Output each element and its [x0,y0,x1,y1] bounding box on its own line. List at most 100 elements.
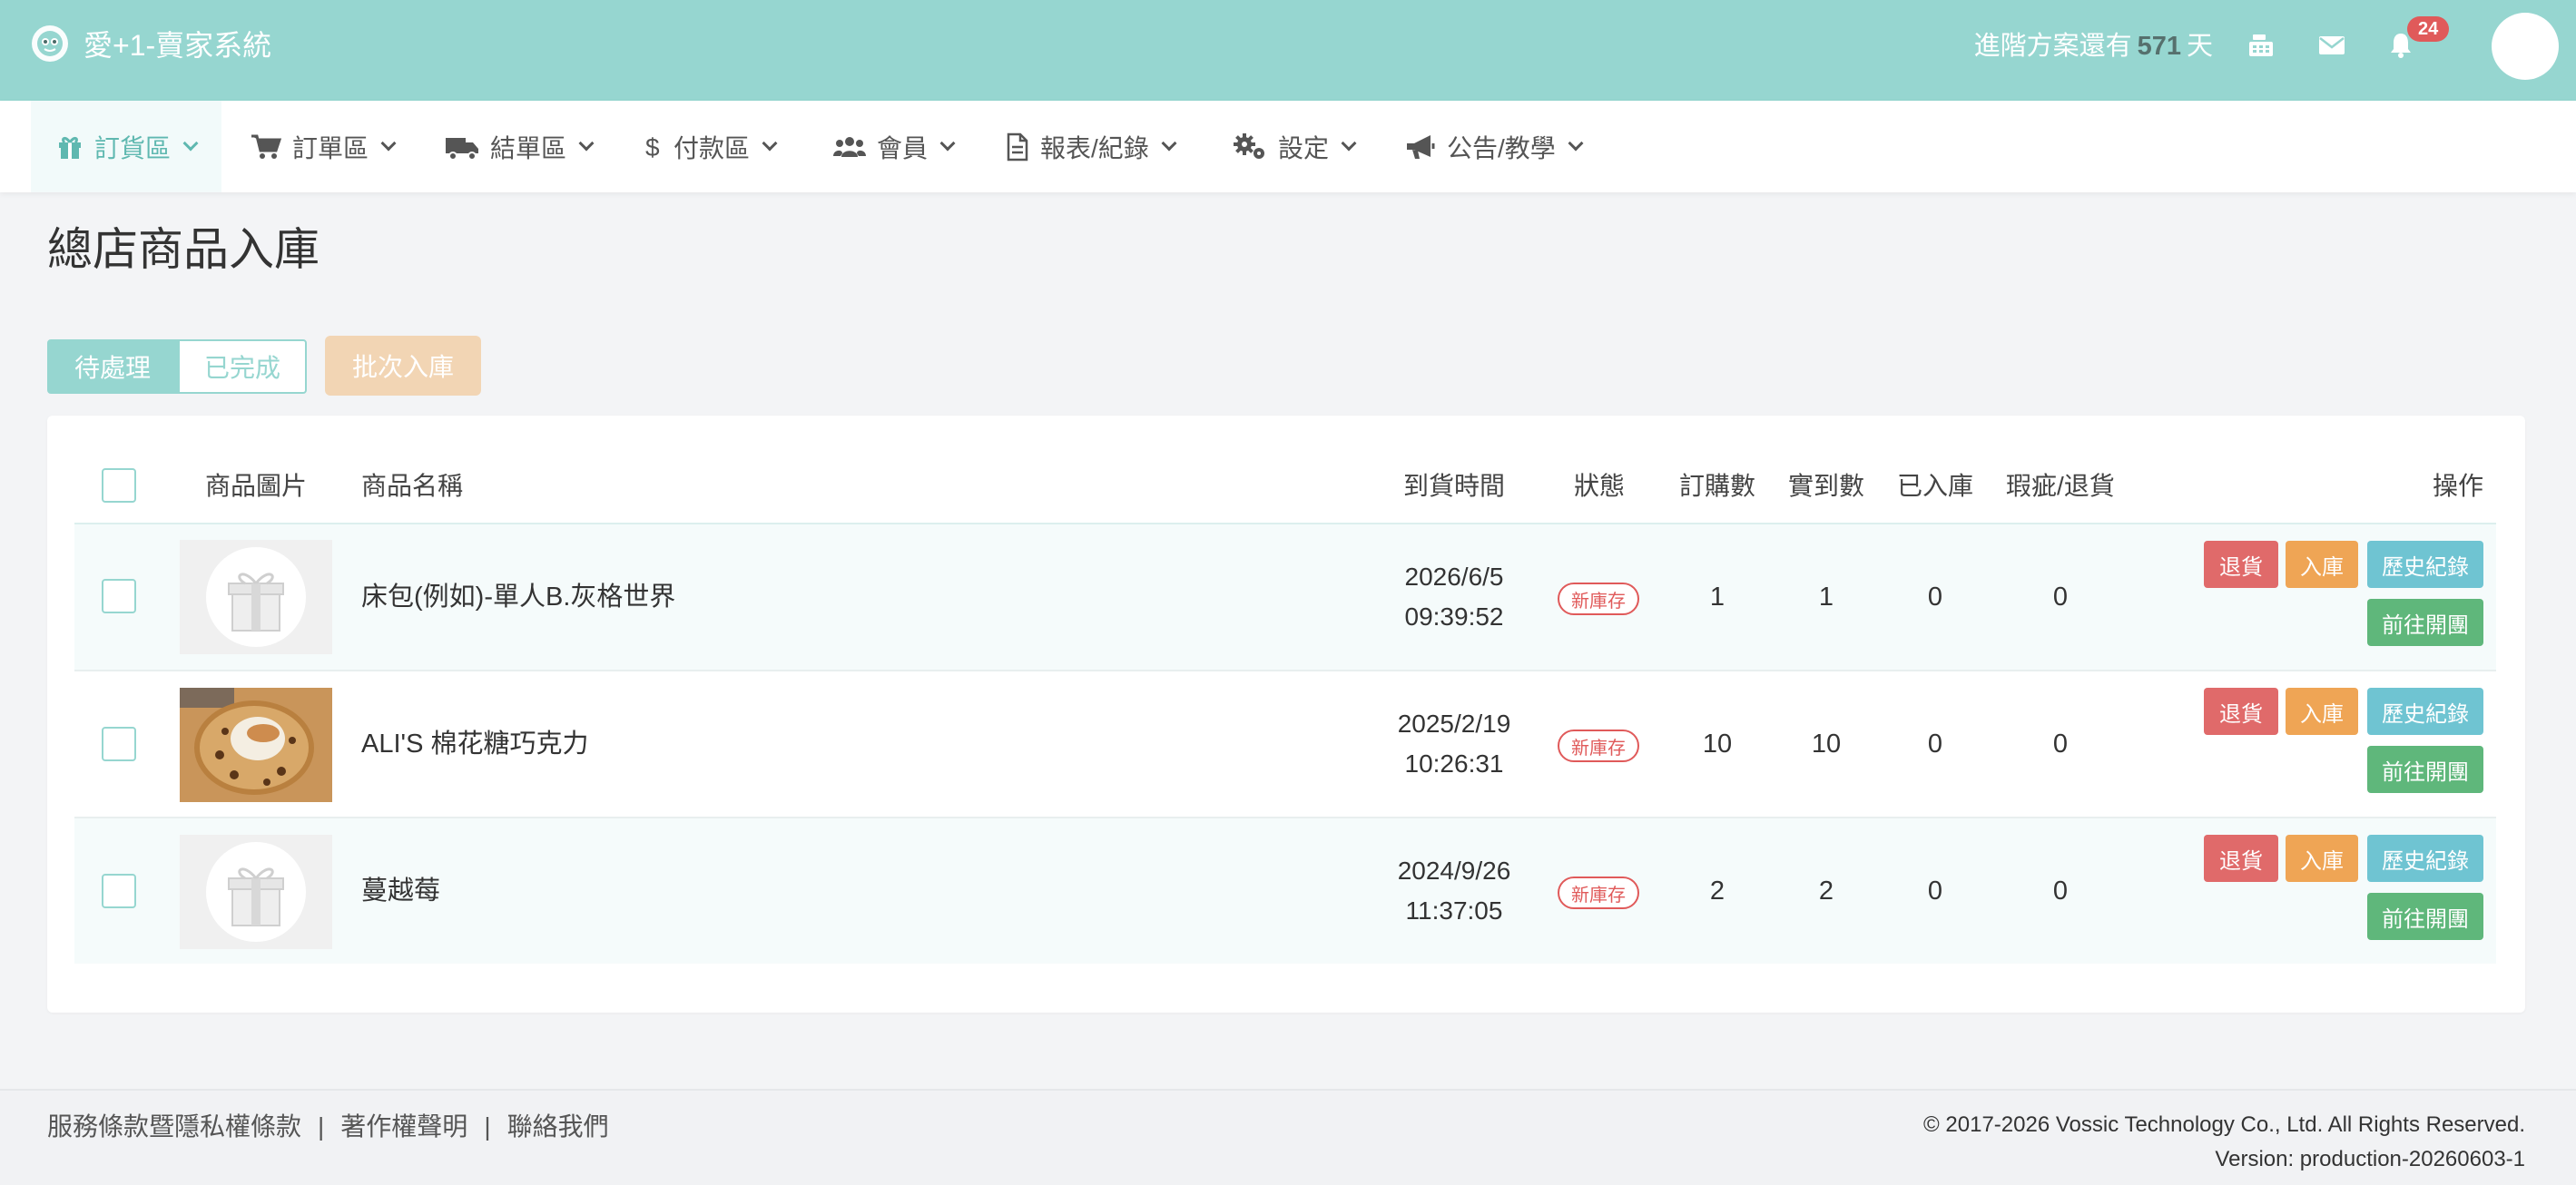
cart-icon [251,134,281,159]
cash-register-icon[interactable] [2246,29,2276,60]
contact-us-link[interactable]: 聯絡我們 [507,1112,609,1141]
stocked-count: 0 [1927,877,1943,906]
tab-pending[interactable]: 待處理 [47,339,178,394]
terms-privacy-link[interactable]: 服務條款暨隱私權條款 [47,1112,301,1141]
row-checkbox[interactable] [102,727,136,761]
nav-label: 公告/教學 [1447,133,1556,162]
header-arrival: 到貨時間 [1403,472,1506,500]
copyright-statement-link[interactable]: 著作權聲明 [340,1112,467,1141]
nav-item-orders[interactable]: 訂單區 [251,101,397,192]
megaphone-icon [1407,134,1435,159]
marshmallow-cookie-photo-icon [180,688,332,802]
stocked-count: 0 [1927,730,1943,759]
batch-stock-button[interactable]: 批次入庫 [325,336,481,396]
nav-label: 會員 [877,133,929,162]
ordered-count: 2 [1709,877,1726,906]
product-name: ALI'S 棉花糖巧克力 [361,730,589,759]
main-nav: 訂貨區 訂單區 結單區 $ 付款區 會員 報表/紀錄 設定 公告/教學 [0,101,2576,192]
defect-count: 0 [2052,877,2069,906]
product-image [180,540,332,654]
nav-item-settings[interactable]: 設定 [1233,101,1357,192]
nav-item-closing[interactable]: 結單區 [445,101,595,192]
app-title[interactable]: 愛+1-賣家系統 [84,27,271,64]
history-button[interactable]: 歷史紀錄 [2367,688,2483,735]
dollar-icon: $ [645,133,660,162]
gift-placeholder-icon [180,540,332,654]
arrival-time: 10:26:31 [1404,749,1504,778]
header-status: 狀態 [1574,472,1626,500]
footer-links: 服務條款暨隱私權條款 | 著作權聲明 | 聯絡我們 [47,1111,609,1143]
chevron-down-icon [182,135,199,151]
arrival-date: 2026/6/5 [1404,563,1504,591]
header-received: 實到數 [1788,472,1865,500]
nav-label: 付款區 [673,133,751,162]
nav-label: 訂單區 [292,133,369,162]
tab-done[interactable]: 已完成 [178,339,307,394]
copyright-text: © 2017-2026 Vossic Technology Co., Ltd. … [1923,1112,2525,1137]
nav-item-reports[interactable]: 報表/紀錄 [1006,101,1177,192]
received-count: 10 [1811,730,1842,759]
product-name: 蔓越莓 [361,877,441,906]
history-button[interactable]: 歷史紀錄 [2367,835,2483,882]
row-checkbox[interactable] [102,874,136,908]
users-icon [833,136,866,157]
footer-separator: | [484,1112,491,1141]
nav-item-ordering[interactable]: 訂貨區 [31,101,222,192]
svg-text:$: $ [645,133,660,162]
header-stocked: 已入庫 [1897,472,1974,500]
nav-label: 設定 [1278,133,1330,162]
return-button[interactable]: 退貨 [2204,835,2278,882]
return-button[interactable]: 退貨 [2204,541,2278,588]
product-image [180,688,332,802]
header-image: 商品圖片 [205,472,308,500]
plan-days: 571 [2137,32,2181,61]
row-checkbox[interactable] [102,579,136,613]
chevron-down-icon [1161,135,1177,151]
logo-icon[interactable] [29,23,71,64]
go-to-group-buy-button[interactable]: 前往開團 [2367,746,2483,793]
status-badge: 新庫存 [1558,583,1639,615]
nav-label: 訂貨區 [94,133,172,162]
header-name: 商品名稱 [361,472,464,500]
plan-suffix: 天 [2186,32,2213,61]
go-to-group-buy-button[interactable]: 前往開團 [2367,893,2483,940]
arrival-time: 11:37:05 [1405,896,1503,925]
plan-prefix: 進階方案還有 [1973,32,2132,61]
history-button[interactable]: 歷史紀錄 [2367,541,2483,588]
chevron-down-icon [939,135,956,151]
nav-label: 結單區 [490,133,567,162]
gift-placeholder-icon [180,835,332,949]
document-icon [1007,132,1028,161]
arrival-date: 2024/9/26 [1397,857,1511,885]
defect-count: 0 [2052,730,2069,759]
notification-badge: 24 [2407,16,2450,42]
header-defect: 瑕疵/退貨 [2006,472,2115,500]
product-image [180,835,332,949]
select-all-checkbox[interactable] [102,468,136,503]
version-text: Version: production-20260603-1 [2215,1147,2525,1171]
chevron-down-icon [1568,135,1584,151]
nav-item-payment[interactable]: $ 付款區 [643,101,778,192]
chevron-down-icon [762,135,778,151]
avatar[interactable] [2492,13,2559,80]
arrival-time: 09:39:52 [1404,602,1504,631]
nav-label: 報表/紀錄 [1040,133,1149,162]
return-button[interactable]: 退貨 [2204,688,2278,735]
nav-item-announcements[interactable]: 公告/教學 [1405,101,1584,192]
chevron-down-icon [1341,135,1357,151]
status-badge: 新庫存 [1558,730,1639,762]
status-badge: 新庫存 [1558,877,1639,909]
stock-in-button[interactable]: 入庫 [2286,835,2358,882]
defect-count: 0 [2052,583,2069,612]
received-count: 2 [1818,877,1834,906]
stock-in-button[interactable]: 入庫 [2286,688,2358,735]
ordered-count: 1 [1709,583,1726,612]
stock-in-button[interactable]: 入庫 [2286,541,2358,588]
go-to-group-buy-button[interactable]: 前往開團 [2367,599,2483,646]
stocked-count: 0 [1927,583,1943,612]
nav-item-members[interactable]: 會員 [833,101,956,192]
plan-remaining: 進階方案還有 571 天 [1974,30,2213,63]
mail-icon[interactable] [2316,29,2347,60]
gift-icon [59,136,81,159]
top-bar: 愛+1-賣家系統 進階方案還有 571 天 24 [0,0,2576,101]
